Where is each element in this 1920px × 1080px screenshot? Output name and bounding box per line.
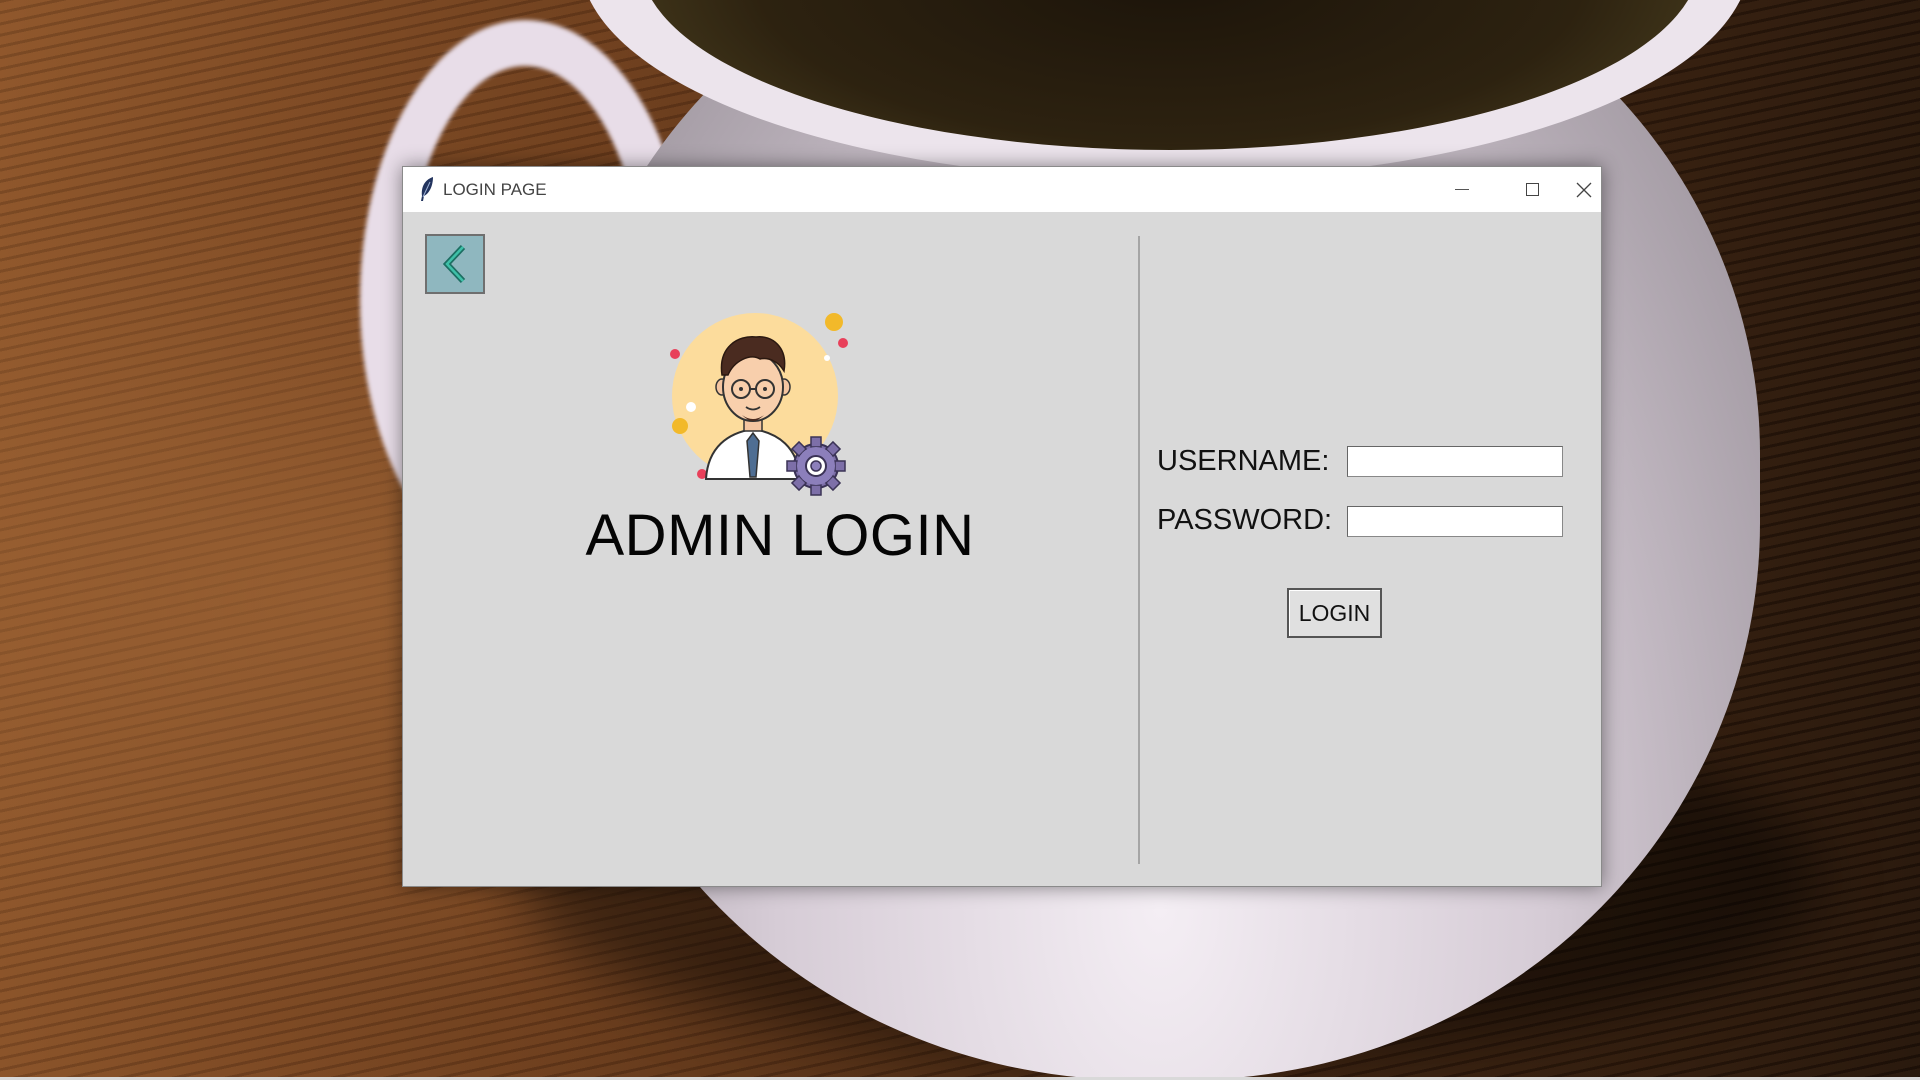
maximize-icon (1525, 183, 1539, 196)
close-icon (1576, 182, 1592, 197)
password-input[interactable] (1347, 506, 1563, 537)
page-title: ADMIN LOGIN (585, 503, 975, 568)
username-label: USERNAME: (1157, 445, 1330, 477)
title-bar[interactable]: LOGIN PAGE (403, 167, 1601, 212)
login-window: LOGIN PAGE ADMIN LOGIN USERNAME: PASSWOR… (402, 166, 1602, 887)
username-input[interactable] (1347, 446, 1563, 477)
login-button[interactable]: LOGIN (1287, 588, 1382, 638)
gear-icon (786, 436, 846, 496)
chevron-left-icon (442, 244, 466, 284)
admin-avatar (668, 309, 858, 499)
minimize-button[interactable] (1427, 167, 1497, 212)
feather-icon (417, 176, 437, 202)
window-title: LOGIN PAGE (443, 180, 547, 199)
minimize-icon (1455, 189, 1469, 190)
close-button[interactable] (1567, 167, 1601, 212)
window-content: ADMIN LOGIN USERNAME: PASSWORD: LOGIN (403, 212, 1601, 886)
password-label: PASSWORD: (1157, 504, 1333, 536)
maximize-button[interactable] (1497, 167, 1567, 212)
panel-divider (1138, 236, 1140, 864)
back-button[interactable] (425, 234, 485, 294)
